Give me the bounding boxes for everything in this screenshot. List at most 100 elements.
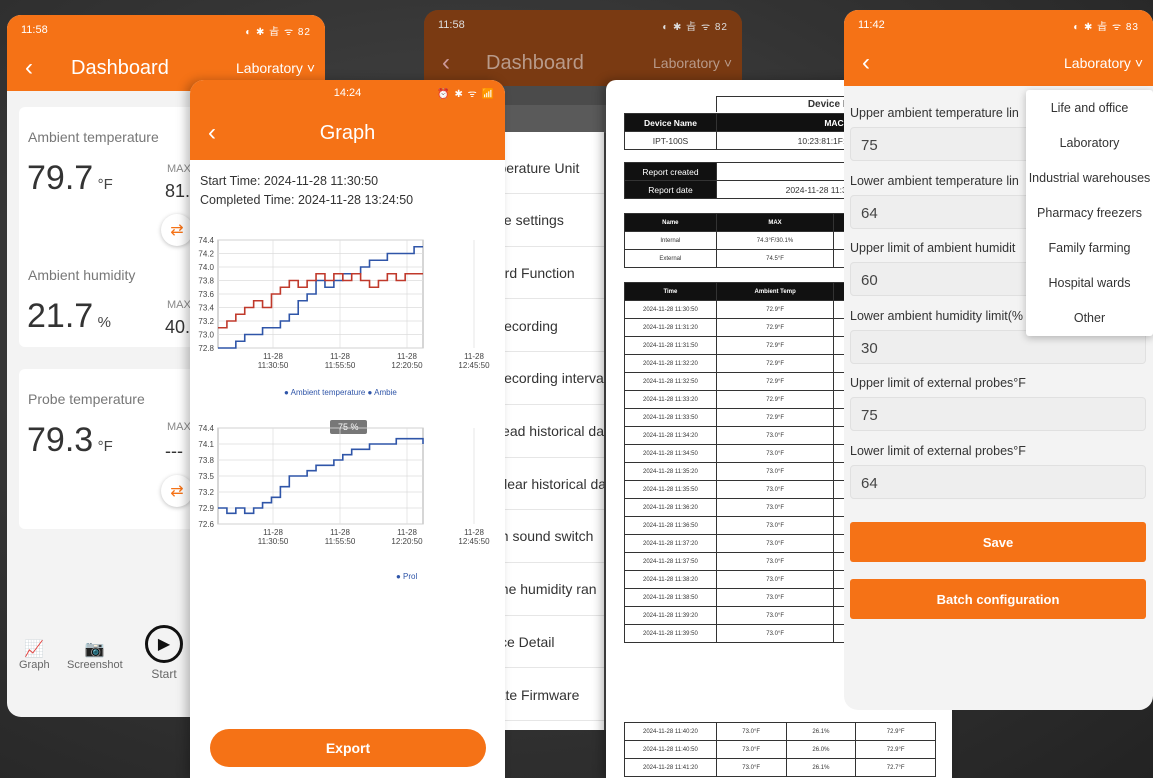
- y-tick-label: 74.4: [198, 424, 214, 433]
- dropdown-option[interactable]: Family farming: [1026, 230, 1153, 265]
- scene-selector[interactable]: Laboratory ˅: [236, 60, 315, 76]
- table-cell: 2024-11-28 11:34:20: [624, 426, 717, 445]
- dropdown-option[interactable]: Life and office: [1026, 90, 1153, 125]
- table-cell: 73.0°F: [715, 606, 835, 625]
- chart1-legend: ● Ambient temperature ● Ambie: [284, 388, 397, 397]
- nav-start-label: Start: [151, 667, 177, 681]
- status-time: 11:58: [21, 24, 48, 36]
- report-date-header: Report date: [624, 180, 717, 199]
- scene-dropdown: Life and office Laboratory Industrial ware…: [1026, 90, 1153, 336]
- ambient-temp-reading: 79.7 °F: [27, 159, 113, 198]
- limit-input[interactable]: 75: [850, 397, 1146, 431]
- sync-icon[interactable]: ⇄: [161, 475, 193, 507]
- status-time: 11:58: [438, 19, 465, 31]
- sync-icon[interactable]: ⇄: [161, 214, 193, 246]
- x-tick-label: 11:30:50: [258, 361, 289, 370]
- series-line: [218, 245, 423, 349]
- back-arrow-icon[interactable]: ‹: [862, 51, 870, 75]
- x-tick-label: 11:55:50: [325, 361, 356, 370]
- play-icon: ▶: [145, 625, 183, 663]
- limit-input[interactable]: 64: [850, 464, 1146, 499]
- export-button[interactable]: Export: [210, 729, 486, 767]
- y-tick-label: 73.8: [198, 456, 214, 465]
- table-cell: 72.9°F: [715, 372, 835, 391]
- back-arrow-icon[interactable]: ‹: [25, 56, 33, 80]
- y-tick-label: 74.2: [198, 250, 214, 259]
- table-cell: 2024-11-28 11:38:20: [624, 570, 717, 589]
- table-cell: 73.0°F: [715, 588, 835, 607]
- ambient-hum-label: Ambient humidity: [28, 267, 136, 283]
- limit-label: Lower ambient humidity limit(%: [850, 308, 1023, 323]
- table-cell: 73.0°F: [715, 570, 835, 589]
- table-cell: 2024-11-28 11:39:20: [624, 606, 717, 625]
- dropdown-option[interactable]: Other: [1026, 300, 1153, 335]
- back-arrow-icon[interactable]: ‹: [208, 121, 216, 145]
- x-tick-label: 11-28: [263, 528, 283, 537]
- limit-label: Upper limit of external probes°F: [850, 376, 1026, 390]
- temperature-chart[interactable]: 74.4 74.2 74.0 73.8 73.6 73.4 73.2 73.0 72.8 11-2…: [190, 230, 505, 400]
- table-cell: 2024-11-28 11:30:50: [624, 300, 717, 319]
- table-cell: 73.0°F: [715, 552, 835, 571]
- save-button[interactable]: Save: [850, 522, 1146, 562]
- x-tick-label: 12:20:50: [391, 361, 423, 370]
- table-cell: 2024-11-28 11:37:20: [624, 534, 717, 553]
- dropdown-option[interactable]: Hospital wards: [1026, 265, 1153, 300]
- probe-temp-max-label: MAX: [167, 421, 191, 433]
- table-cell: 72.9°F: [715, 336, 835, 355]
- y-tick-label: 73.2: [198, 488, 214, 497]
- y-tick-label: 72.8: [198, 344, 214, 353]
- table-cell: 73.0°F: [715, 516, 835, 535]
- nav-screenshot-label: Screenshot: [67, 659, 123, 671]
- table-cell: 73.0°F: [715, 480, 835, 499]
- x-tick-label: 11-28: [464, 528, 484, 537]
- x-tick-label: 11-28: [263, 352, 283, 361]
- probe-temp-unit: °F: [97, 438, 113, 455]
- ambient-temp-value: 79.7: [27, 159, 94, 197]
- status-time: 14:24: [333, 87, 362, 99]
- back-arrow-icon[interactable]: ‹: [442, 51, 450, 75]
- x-tick-label: 12:45:50: [458, 361, 490, 370]
- nav-graph-label: Graph: [19, 659, 50, 671]
- dropdown-option[interactable]: Industrial warehouses: [1026, 160, 1153, 195]
- table-cell: 73.0°F: [715, 722, 787, 741]
- dropdown-option[interactable]: Pharmacy freezers: [1026, 195, 1153, 230]
- table-cell: 26.1%: [785, 758, 857, 777]
- x-tick-label: 11:30:50: [258, 537, 289, 546]
- table-cell: 2024-11-28 11:37:50: [624, 552, 717, 571]
- status-icons: ◐ ✱ 㫖 ᯤ 82: [245, 26, 311, 38]
- nav-start[interactable]: ▶ Start: [145, 625, 183, 681]
- series-line: [218, 272, 423, 329]
- nav-graph[interactable]: 📈 Graph: [19, 639, 50, 671]
- table-cell: 2024-11-28 11:33:50: [624, 408, 717, 427]
- x-tick-label: 11-28: [464, 352, 484, 361]
- time-range: Start Time: 2024-11-28 11:30:50 Complete…: [190, 160, 505, 210]
- scene-selector[interactable]: Laboratory ˅: [1064, 55, 1143, 71]
- table-cell: 73.0°F: [715, 624, 835, 643]
- table-cell: 73.0°F: [715, 444, 835, 463]
- scene-selector[interactable]: Laboratory ˅: [653, 55, 732, 71]
- dropdown-option[interactable]: Laboratory: [1026, 125, 1153, 160]
- batch-configuration-button[interactable]: Batch configuration: [850, 579, 1146, 619]
- x-tick-label: 11-28: [397, 352, 417, 361]
- status-bar: 11:42 ◐ ✱ 㫖 ᯤ 83: [844, 10, 1153, 40]
- nav-screenshot[interactable]: 📷 Screenshot: [67, 639, 123, 671]
- probe-chart[interactable]: 74.474.173.873.573.272.972.611-2811:30:5…: [190, 416, 505, 566]
- status-bar: 11:58 ◐ ✱ 㫖 ᯤ 82: [424, 10, 742, 40]
- ambient-hum-reading: 21.7 %: [27, 297, 111, 336]
- status-bar: 14:24 ⏰ ✱ ᯤ 📶: [190, 80, 505, 106]
- records-table-page2: 2024-11-28 11:40:20 73.0°F 26.1% 72.9°F 2024…: [624, 722, 936, 777]
- table-cell: 2024-11-28 11:36:20: [624, 498, 717, 517]
- table-cell: 2024-11-28 11:31:50: [624, 336, 717, 355]
- table-cell: 74.5°F: [715, 249, 835, 268]
- device-name: IPT-100S: [624, 131, 717, 150]
- menu-item-label: Read historical da: [491, 423, 604, 439]
- x-tick-label: 11-28: [397, 528, 417, 537]
- graph-phone: 14:24 ⏰ ✱ ᯤ 📶 ‹ Graph Start Time: 2024-1…: [190, 80, 505, 778]
- app-bar: ‹ Laboratory ˅: [844, 40, 1153, 86]
- x-tick-label: 11:55:50: [325, 537, 356, 546]
- table-cell: 2024-11-28 11:31:20: [624, 318, 717, 337]
- menu-item-label: Recording interva: [494, 370, 604, 387]
- table-cell: 72.9°F: [715, 408, 835, 427]
- table-cell: 2024-11-28 11:35:20: [624, 462, 717, 481]
- limit-label: Lower limit of external probes°F: [850, 443, 1026, 458]
